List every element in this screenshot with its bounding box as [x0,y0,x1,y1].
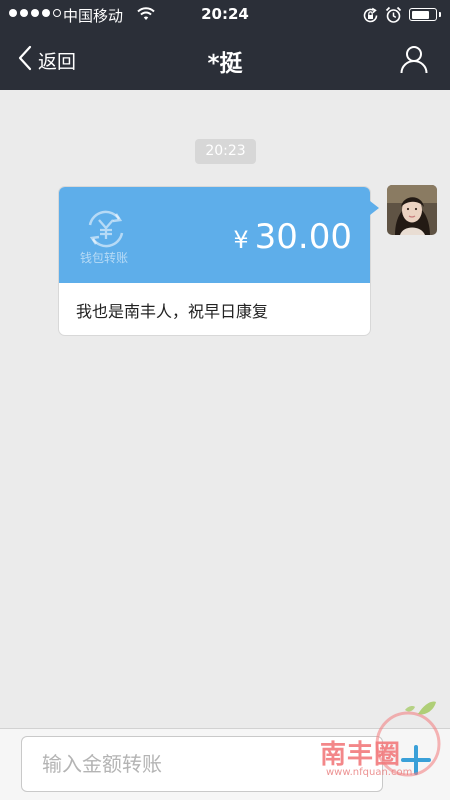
battery-icon [409,8,441,21]
status-bar: 中国移动 20:24 [0,0,450,30]
bubble-pointer [370,201,379,215]
wallet-transfer-label: 钱包转账 [80,251,129,265]
top-bar: 中国移动 20:24 返回 *挺 [0,0,450,90]
amount-input[interactable] [21,736,383,792]
message-timestamp: 20:23 [195,139,256,164]
person-icon[interactable] [399,44,429,78]
transfer-memo: 我也是南丰人，祝早日康复 [76,302,269,321]
currency-symbol: ¥ [233,226,249,254]
transfer-card[interactable]: 钱包转账 ¥ 30.00 我也是南丰人，祝早日康复 [58,186,371,336]
transfer-card-header: 钱包转账 ¥ 30.00 [59,187,370,283]
amount-value: 30.00 [254,217,352,257]
plus-icon[interactable] [401,745,431,779]
orientation-lock-icon [362,7,379,28]
avatar[interactable] [387,185,437,235]
transfer-amount: ¥ 30.00 [233,217,352,257]
nav-bar: 返回 *挺 [0,30,450,90]
status-time: 20:24 [201,5,249,23]
page-title: *挺 [207,51,243,77]
yen-coin-icon [84,209,128,253]
alarm-icon [385,6,402,28]
